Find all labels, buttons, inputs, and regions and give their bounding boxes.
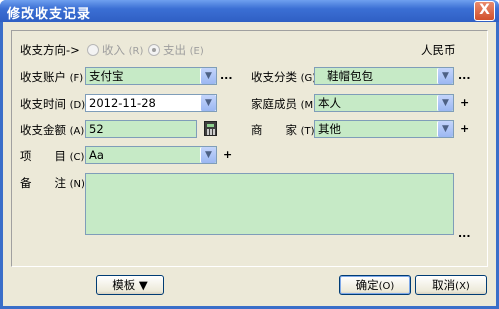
- account-select[interactable]: 支付宝 ▼: [85, 67, 217, 85]
- template-menu-button[interactable]: 模板 ▼: [96, 275, 164, 295]
- project-select[interactable]: Aa ▼: [85, 146, 217, 164]
- note-textarea[interactable]: [85, 173, 454, 235]
- member-label: 家庭成员 (M): [251, 97, 318, 111]
- note-label: 备 注 (N): [20, 176, 85, 190]
- income-radio-label[interactable]: 收入 (R): [102, 42, 143, 60]
- dialog-window: 修改收支记录 X 收支方向-> 收入 (R) 支出 (E) 人民币 收支账户 (…: [0, 0, 499, 309]
- expense-radio[interactable]: [148, 44, 160, 56]
- member-select[interactable]: 本人 ▼: [314, 94, 454, 112]
- account-more-button[interactable]: ...: [220, 69, 233, 83]
- chevron-down-icon[interactable]: ▼: [200, 147, 216, 163]
- amount-label: 收支金额 (A): [20, 123, 85, 137]
- cancel-button[interactable]: 取消(X): [415, 275, 487, 295]
- dialog-body: 收支方向-> 收入 (R) 支出 (E) 人民币 收支账户 (F) 支付宝 ▼ …: [3, 22, 496, 306]
- direction-label: 收支方向->: [20, 43, 80, 57]
- amount-input[interactable]: 52: [85, 120, 197, 138]
- merchant-add-button[interactable]: +: [460, 122, 469, 136]
- category-label: 收支分类 (G): [251, 70, 317, 84]
- account-value: 支付宝: [89, 69, 124, 83]
- date-value: 2012-11-28: [89, 96, 156, 110]
- title-bar[interactable]: 修改收支记录 X: [0, 0, 499, 22]
- merchant-select[interactable]: 其他 ▼: [314, 120, 454, 138]
- chevron-down-icon[interactable]: ▼: [437, 95, 453, 111]
- dialog-title: 修改收支记录: [7, 7, 92, 22]
- date-picker[interactable]: 2012-11-28 ▼: [85, 94, 217, 112]
- project-label: 项 目 (C): [20, 149, 85, 163]
- ok-button[interactable]: 确定(O): [339, 275, 411, 295]
- currency-label: 人民币: [421, 43, 456, 57]
- project-add-button[interactable]: +: [223, 148, 232, 162]
- chevron-down-icon[interactable]: ▼: [437, 121, 453, 137]
- note-more-button[interactable]: ...: [458, 227, 471, 241]
- member-add-button[interactable]: +: [460, 96, 469, 110]
- category-value: 鞋帽包包: [327, 69, 373, 83]
- date-label: 收支时间 (D): [20, 97, 86, 111]
- chevron-down-icon[interactable]: ▼: [437, 68, 453, 84]
- close-button[interactable]: X: [474, 1, 495, 21]
- chevron-down-icon[interactable]: ▼: [200, 95, 216, 111]
- category-more-button[interactable]: ...: [458, 69, 471, 83]
- member-value: 本人: [318, 96, 341, 110]
- merchant-value: 其他: [318, 122, 341, 136]
- account-label: 收支账户 (F): [20, 70, 84, 84]
- amount-value: 52: [89, 122, 104, 136]
- form-panel: 收支方向-> 收入 (R) 支出 (E) 人民币 收支账户 (F) 支付宝 ▼ …: [11, 30, 488, 267]
- calculator-icon[interactable]: [204, 121, 217, 136]
- category-select[interactable]: 鞋帽包包 ▼: [314, 67, 454, 85]
- expense-radio-label[interactable]: 支出 (E): [163, 42, 204, 60]
- merchant-label: 商 家 (T): [251, 123, 315, 137]
- income-radio[interactable]: [87, 44, 99, 56]
- project-value: Aa: [89, 148, 104, 162]
- chevron-down-icon[interactable]: ▼: [200, 68, 216, 84]
